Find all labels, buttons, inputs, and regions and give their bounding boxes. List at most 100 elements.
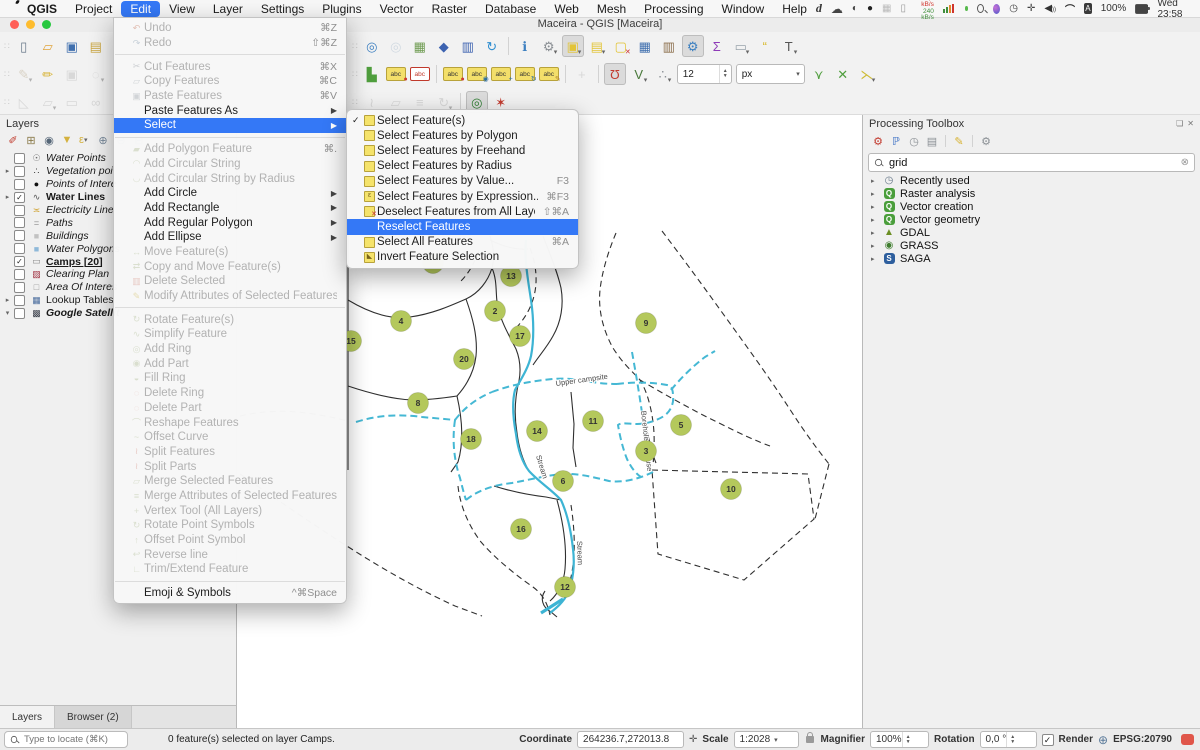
extent-icon[interactable]: ✛ xyxy=(689,734,697,745)
camp-marker-5[interactable]: 5 xyxy=(671,415,692,436)
camp-marker-16[interactable]: 16 xyxy=(511,519,532,540)
map-tips-button[interactable]: “ xyxy=(754,35,776,57)
rotate-label-button[interactable]: abc↻ xyxy=(514,63,536,85)
add-group-icon[interactable]: ⊞ xyxy=(22,132,40,148)
snap-on-intersection-button[interactable]: ✕ xyxy=(832,63,854,85)
menubar-item-processing[interactable]: Processing xyxy=(635,1,712,17)
show-hide-labels-button[interactable]: abc◉ xyxy=(466,63,488,85)
device-icon[interactable]: ▯ xyxy=(900,3,906,14)
processing-group-grass[interactable]: ▸◉GRASS xyxy=(863,239,1200,252)
menubar-item-project[interactable]: Project xyxy=(66,1,121,17)
layer-visibility-checkbox[interactable] xyxy=(14,153,25,164)
panel-tab-browser-2[interactable]: Browser (2) xyxy=(55,706,132,728)
edit-features-in-place-icon[interactable]: ✎ xyxy=(950,133,968,149)
select-features-button[interactable]: ▣▾ xyxy=(562,35,584,57)
camp-marker-3[interactable]: 3 xyxy=(636,441,657,462)
layer-visibility-checkbox[interactable] xyxy=(14,230,25,241)
scale-combo[interactable]: 1:2028▾ xyxy=(734,731,799,748)
menubar-item-raster[interactable]: Raster xyxy=(423,1,476,17)
layer-visibility-checkbox[interactable] xyxy=(14,243,25,254)
new-print-layout-button[interactable]: ▤ xyxy=(85,35,107,57)
edit-menu-item-add-regular-polygon[interactable]: Add Regular Polygon▶ xyxy=(114,215,346,230)
layer-visibility-checkbox[interactable] xyxy=(14,269,25,280)
results-viewer-icon[interactable]: ▤ xyxy=(923,133,941,149)
options-wrench-icon[interactable]: ⚙ xyxy=(977,133,995,149)
select-menu-item-select-features-by-freehand[interactable]: Select Features by Freehand xyxy=(347,143,578,158)
filter-legend-icon[interactable]: ▼ xyxy=(58,132,76,148)
camp-marker-4[interactable]: 4 xyxy=(391,311,412,332)
layer-visibility-checkbox[interactable]: ✓ xyxy=(14,256,25,267)
rotation-spin[interactable]: 0,0 ° ▲▼ xyxy=(980,731,1037,748)
python-scripts-icon[interactable]: ℙ xyxy=(887,133,905,149)
new-project-button[interactable]: ▯ xyxy=(13,35,35,57)
text-annotation-button[interactable]: T▾ xyxy=(778,35,800,57)
menubar-item-window[interactable]: Window xyxy=(713,1,774,17)
enable-tracing-button[interactable]: ⋋▾ xyxy=(856,63,878,85)
menubar-item-edit[interactable]: Edit xyxy=(121,1,160,17)
diagram-options-button[interactable]: ▙ xyxy=(361,63,383,85)
processing-group-raster-analysis[interactable]: ▸QRaster analysis xyxy=(863,187,1200,200)
select-menu-item-select-features-by-polygon[interactable]: Select Features by Polygon xyxy=(347,128,578,143)
menubar-item-layer[interactable]: Layer xyxy=(204,1,252,17)
istat-meter-icon[interactable] xyxy=(943,4,954,13)
camp-marker-10[interactable]: 10 xyxy=(721,479,742,500)
cloud-icon[interactable]: ☁ xyxy=(831,2,843,16)
topological-editing-button[interactable]: ⋎ xyxy=(808,63,830,85)
menubar-item-help[interactable]: Help xyxy=(773,1,816,17)
snap-tolerance[interactable]: 12▲▼ xyxy=(677,64,732,84)
statistical-summary-button[interactable]: Σ xyxy=(706,35,728,57)
volume-icon[interactable]: ◀)) xyxy=(1044,3,1056,14)
open-attribute-table-button[interactable]: ▦ xyxy=(634,35,656,57)
select-menu-item-reselect-features[interactable]: Reselect Features xyxy=(347,219,578,234)
locator-box[interactable] xyxy=(4,731,128,748)
input-language-icon[interactable]: A xyxy=(1084,3,1092,14)
layer-visibility-checkbox[interactable]: ✓ xyxy=(14,192,25,203)
camp-marker-6[interactable]: 6 xyxy=(553,471,574,492)
processing-group-vector-creation[interactable]: ▸QVector creation xyxy=(863,200,1200,213)
processing-search-input[interactable] xyxy=(887,156,1177,170)
camp-marker-9[interactable]: 9 xyxy=(636,313,657,334)
field-calculator-button[interactable]: ▥ xyxy=(658,35,680,57)
select-menu-item-invert-feature-selection[interactable]: ◣Invert Feature Selection xyxy=(347,250,578,265)
menubar-item-settings[interactable]: Settings xyxy=(252,1,313,17)
processing-group-gdal[interactable]: ▸▲GDAL xyxy=(863,226,1200,239)
select-menu-item-select-features-by-value[interactable]: Select Features by Value...F3 xyxy=(347,174,578,189)
edit-menu-item-add-ellipse[interactable]: Add Ellipse▶ xyxy=(114,230,346,245)
camp-marker-17[interactable]: 17 xyxy=(510,326,531,347)
select-menu-item-select-features-by-radius[interactable]: Select Features by Radius xyxy=(347,159,578,174)
snapping-type-button[interactable]: ∴▾ xyxy=(652,63,674,85)
models-icon[interactable]: ⚙ xyxy=(869,133,887,149)
camp-marker-2[interactable]: 2 xyxy=(485,301,506,322)
camp-marker-14[interactable]: 14 xyxy=(527,421,548,442)
save-project-button[interactable]: ▣ xyxy=(61,35,83,57)
select-menu-item-select-feature-s[interactable]: ✓Select Feature(s) xyxy=(347,113,578,128)
layer-visibility-checkbox[interactable] xyxy=(14,295,25,306)
wifi-icon[interactable]: ⌒ xyxy=(1065,1,1075,16)
menubar-item-vector[interactable]: Vector xyxy=(371,1,423,17)
crs-value[interactable]: EPSG:20790 xyxy=(1113,734,1172,745)
clear-search-icon[interactable]: ⊗ xyxy=(1181,157,1189,168)
run-feature-action-button[interactable]: ⚙▾ xyxy=(538,35,560,57)
expand-icon[interactable]: ▸ xyxy=(3,193,12,201)
processing-toolbox-toggle-button[interactable]: ⚙ xyxy=(682,35,704,57)
snapping-mode-button[interactable]: V▾ xyxy=(628,63,650,85)
expand-all-icon[interactable]: ⊕ xyxy=(94,132,112,148)
expand-icon[interactable]: ▸ xyxy=(3,296,12,304)
open-project-button[interactable]: ▱ xyxy=(37,35,59,57)
camp-marker-18[interactable]: 18 xyxy=(461,429,482,450)
change-label-button[interactable]: abc✎ xyxy=(538,63,560,85)
processing-group-recently-used[interactable]: ▸◷Recently used xyxy=(863,174,1200,187)
menubar-item-mesh[interactable]: Mesh xyxy=(588,1,635,17)
locator-input[interactable] xyxy=(22,733,122,746)
float-panel-icon[interactable]: ❏ xyxy=(1176,119,1183,128)
menubar-item-qgis[interactable]: QGIS xyxy=(18,1,66,17)
menubar-item-web[interactable]: Web xyxy=(545,1,587,17)
layer-labeling-options-button[interactable]: abc● xyxy=(385,63,407,85)
select-by-form-button[interactable]: ▤▾ xyxy=(586,35,608,57)
edit-menu-item-select[interactable]: Select▶ xyxy=(114,118,346,133)
select-menu-item-select-features-by-expression[interactable]: εSelect Features by Expression...⌘F3 xyxy=(347,189,578,204)
dark-circle-icon[interactable]: ● xyxy=(867,3,873,14)
crs-globe-icon[interactable]: ⊕ xyxy=(1098,733,1108,747)
toggle-editing-button[interactable]: ✏ xyxy=(37,63,59,85)
docker-icon[interactable]: d xyxy=(816,1,822,16)
